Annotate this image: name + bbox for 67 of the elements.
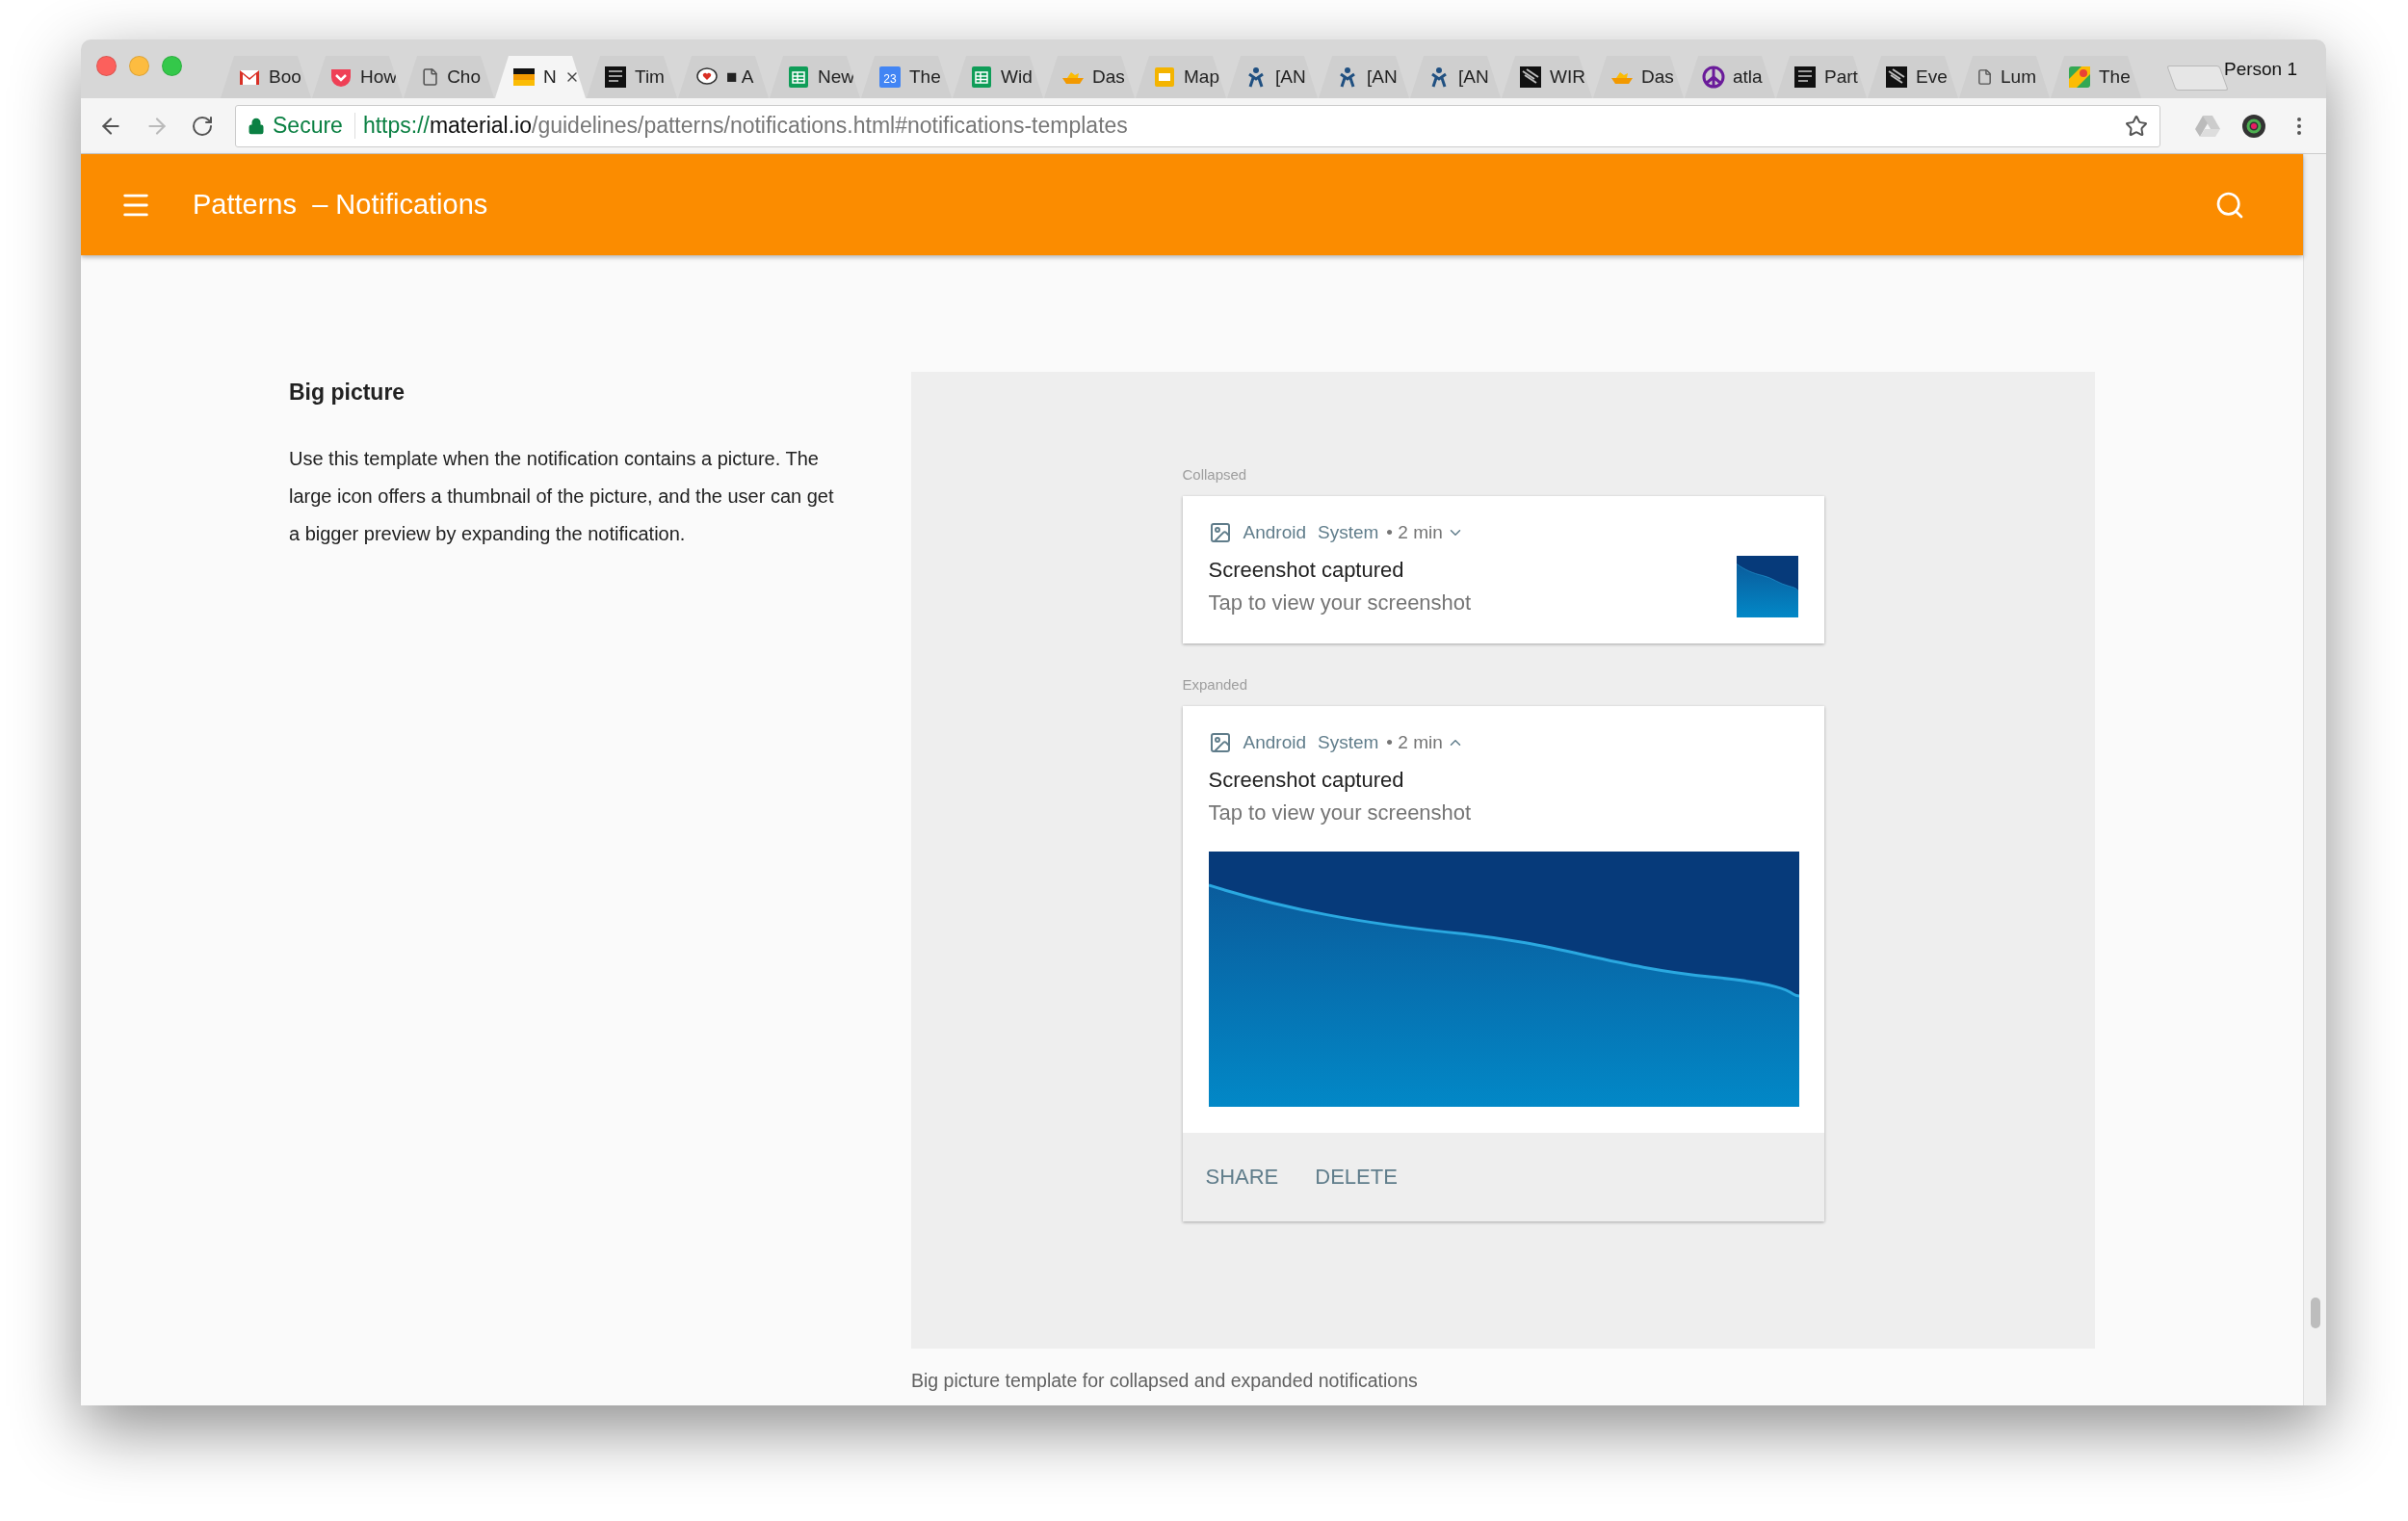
browser-tab[interactable]: Eve (1868, 56, 1958, 98)
figure-label: Expanded (1182, 676, 1249, 693)
close-window-button[interactable] (96, 56, 117, 76)
page-icon (421, 66, 440, 89)
browser-tab[interactable]: [AN (1227, 56, 1318, 98)
reload-icon[interactable] (191, 114, 214, 138)
bookmark-star-icon[interactable] (2125, 114, 2148, 138)
secure-label: Secure (273, 113, 355, 139)
flag-icon (512, 66, 536, 89)
striped-logo-icon (1519, 66, 1542, 89)
drive-icon[interactable] (2195, 114, 2220, 138)
calendar-icon: 23 (878, 66, 902, 89)
scrollbar-thumb[interactable] (2311, 1298, 2320, 1328)
browser-tab[interactable]: Wid (953, 56, 1043, 98)
app-source: System (1318, 732, 1379, 753)
browser-tab[interactable]: New (770, 56, 860, 98)
browser-tab[interactable]: How (312, 56, 403, 98)
browser-tab[interactable]: N (495, 56, 586, 98)
address-bar[interactable]: Secure https://material.io/guidelines/patterns/notifications.html#notifications-templates (235, 104, 2160, 147)
spreadsheet-icon (970, 66, 993, 89)
minimize-window-button[interactable] (129, 56, 149, 76)
camera-lens-icon[interactable] (2241, 113, 2266, 139)
browser-tab[interactable]: atla (1685, 56, 1775, 98)
browser-tab[interactable]: Map (1136, 56, 1226, 98)
notification-title: Screenshot captured (1208, 768, 1405, 793)
app-name: Android (1243, 732, 1306, 753)
notification-text: Tap to view your screenshot (1208, 800, 1473, 826)
lock-icon (248, 117, 265, 135)
browser-tab[interactable]: Lum (1959, 56, 2050, 98)
timestamp: • 2 min (1386, 522, 1443, 543)
browser-tab[interactable]: WIR (1502, 56, 1592, 98)
thumbnail-image (1736, 556, 1798, 617)
action-button[interactable]: DELETE (1315, 1161, 1398, 1193)
browser-tab[interactable]: Das (1593, 56, 1684, 98)
image-icon (1208, 731, 1232, 754)
timestamp: • 2 min (1386, 732, 1443, 753)
notification-title: Screenshot captured (1208, 558, 1405, 583)
browser-tab[interactable]: Cho (404, 56, 494, 98)
image-icon (1208, 521, 1232, 544)
map-pin-icon (2068, 66, 2091, 89)
description-paragraph: Use this template when the notification contains a picture. The large icon offers a thumbnail of the picture, and the user can get a bigger preview by expanding the notification. (289, 447, 835, 546)
app-name: Android (1243, 522, 1306, 543)
striped-logo-icon (1885, 66, 1908, 89)
browser-tab[interactable]: Part (1776, 56, 1867, 98)
browser-tab[interactable]: ■ A (678, 56, 769, 98)
browser-tab[interactable]: 23 The (861, 56, 952, 98)
profile-name[interactable]: Person 1 (2223, 58, 2297, 80)
spreadsheet-icon (787, 66, 810, 89)
action-button[interactable]: SHARE (1205, 1161, 1279, 1193)
browser-tab[interactable]: The (2051, 56, 2141, 98)
figure-caption: Big picture template for collapsed and expanded notifications (911, 1370, 1419, 1392)
slides-icon (1153, 66, 1176, 89)
figure-label: Collapsed (1182, 466, 1248, 483)
page-title: Patterns – Notifications (193, 189, 488, 221)
notification-text: Tap to view your screenshot (1208, 590, 1473, 616)
url-text: https://material.io/guidelines/patterns/notifications.html#notifications-templates (362, 113, 1129, 139)
browser-tab[interactable]: [AN (1319, 56, 1409, 98)
zoom-window-button[interactable] (162, 56, 182, 76)
square-logo-icon (604, 66, 627, 89)
peace-sign-icon (1702, 66, 1725, 89)
section-heading: Big picture (289, 379, 406, 406)
browser-tab[interactable]: Das (1044, 56, 1135, 98)
browser-tab[interactable]: [AN (1410, 56, 1501, 98)
square-logo-icon (1793, 66, 1817, 89)
app-source: System (1318, 522, 1379, 543)
browser-tab[interactable]: Tim (587, 56, 677, 98)
browser-tab[interactable]: Boo (221, 56, 311, 98)
